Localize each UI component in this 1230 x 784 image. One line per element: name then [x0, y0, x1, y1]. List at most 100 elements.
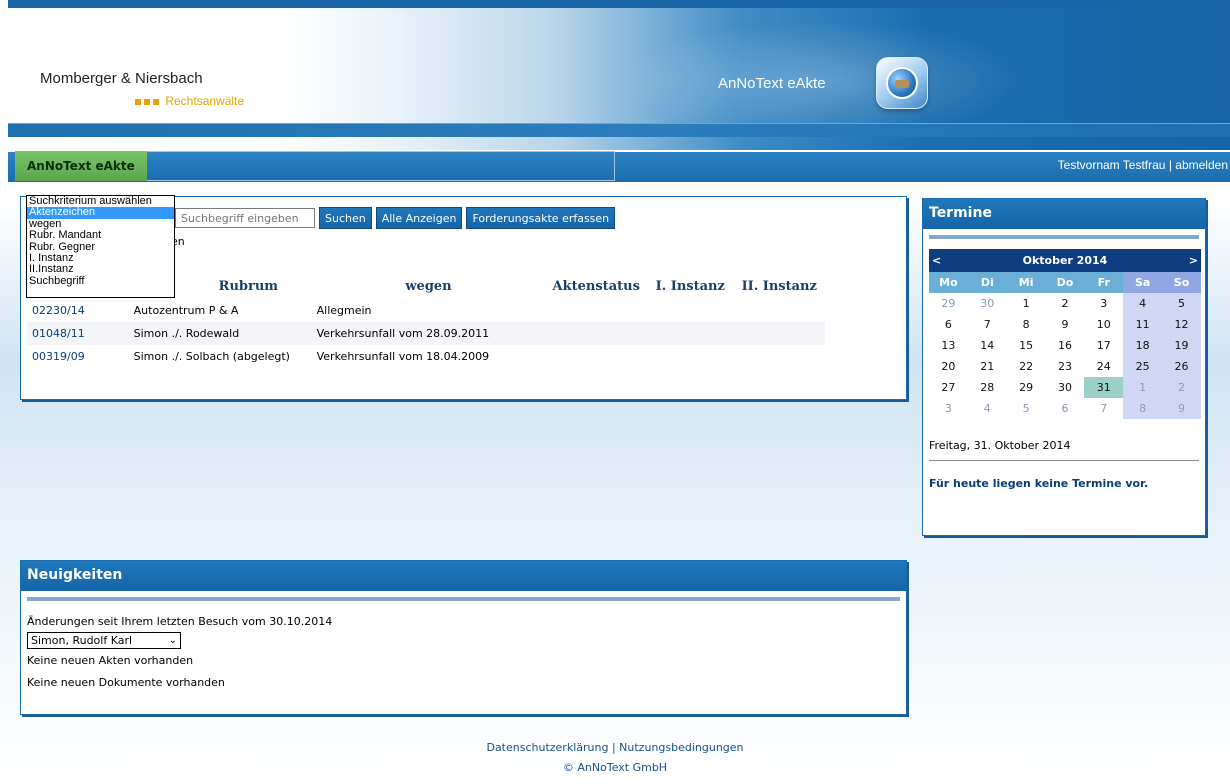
calendar-day[interactable]: 26 [1162, 356, 1201, 377]
calendar-day[interactable]: 14 [968, 335, 1007, 356]
calendar-day[interactable]: 13 [929, 335, 968, 356]
calendar-day[interactable]: 7 [968, 314, 1007, 335]
footer-separator: | [611, 741, 616, 754]
table-header-wegen: wegen [405, 278, 452, 294]
search-button[interactable]: Suchen [319, 207, 372, 229]
file-rubrum: Autozentrum P & A [128, 299, 312, 322]
calendar-day[interactable]: 28 [968, 377, 1007, 398]
calendar-day[interactable]: 18 [1123, 335, 1163, 356]
calendar-day[interactable]: 21 [968, 356, 1007, 377]
orange-square-icon [144, 98, 150, 105]
calendar-day-names: Mo Di Mi Do Fr Sa So [929, 272, 1201, 293]
calendar-week: 3 4 5 6 7 8 9 [929, 398, 1201, 419]
file-instanz1 [647, 322, 734, 345]
table-row[interactable]: 02230/14 Autozentrum P & A Allegmein [27, 299, 825, 322]
calendar-header: < Oktober 2014 > [929, 249, 1201, 272]
file-number[interactable]: 00319/09 [27, 345, 129, 368]
logout-link[interactable]: abmelden [1175, 158, 1228, 172]
calendar-day[interactable]: 29 [929, 293, 968, 314]
calendar-day[interactable]: 12 [1162, 314, 1201, 335]
table-row[interactable]: 00319/09 Simon ./. Solbach (abgelegt) Ve… [27, 345, 825, 368]
search-criterion-dropdown[interactable]: Suchkriterium auswählen Aktenzeichen weg… [26, 195, 175, 298]
calendar-day[interactable]: 16 [1046, 335, 1085, 356]
calendar-day[interactable]: 2 [1046, 293, 1085, 314]
search-input[interactable] [175, 208, 315, 228]
calendar-day[interactable]: 5 [1162, 293, 1201, 314]
file-number[interactable]: 02230/14 [27, 299, 129, 322]
user-name: Testvornam Testfrau [1057, 158, 1166, 172]
calendar-day[interactable]: 4 [968, 398, 1007, 419]
copyright: © AnNoText GmbH [562, 761, 668, 774]
calendar-day[interactable]: 5 [1007, 398, 1046, 419]
day-name: Mi [1006, 272, 1046, 293]
calendar-day[interactable]: 10 [1084, 314, 1123, 335]
day-name: Fr [1084, 272, 1124, 293]
footer: Datenschutzerklärung | Nutzungsbedingung… [0, 738, 1230, 778]
news-title: Neuigkeiten [21, 561, 906, 591]
calendar-day[interactable]: 4 [1123, 293, 1163, 314]
file-number[interactable]: 01048/11 [27, 322, 129, 345]
dropdown-option[interactable]: Rubr. Mandant [27, 229, 174, 241]
calendar-day[interactable]: 22 [1007, 356, 1046, 377]
create-claim-file-button[interactable]: Forderungsakte erfassen [466, 207, 616, 229]
privacy-link[interactable]: Datenschutzerklärung [486, 741, 608, 754]
calendar-day[interactable]: 11 [1123, 314, 1163, 335]
calendar-day[interactable]: 3 [929, 398, 968, 419]
calendar-prev-button[interactable]: < [929, 249, 968, 272]
calendar-day[interactable]: 1 [1123, 377, 1163, 398]
calendar-day[interactable]: 6 [929, 314, 968, 335]
day-name: Mo [929, 272, 968, 293]
calendar-day[interactable]: 1 [1007, 293, 1046, 314]
no-new-docs-text: Keine neuen Dokumente vorhanden [27, 676, 225, 689]
app-title: AnNoText eAkte [718, 75, 826, 92]
user-area: Testvornam Testfrau | abmelden [1058, 158, 1228, 172]
calendar-day[interactable]: 24 [1084, 356, 1123, 377]
calendar: < Oktober 2014 > Mo Di Mi Do Fr Sa So 29… [929, 249, 1201, 419]
calendar-day[interactable]: 29 [1007, 377, 1046, 398]
calendar-day[interactable]: 9 [1046, 314, 1085, 335]
client-select[interactable]: Simon, Rudolf Karl ⌄ [27, 632, 181, 649]
calendar-week: 13 14 15 16 17 18 19 [929, 335, 1201, 356]
divider [27, 597, 900, 601]
table-row[interactable]: 01048/11 Simon ./. Rodewald Verkehrsunfa… [27, 322, 825, 345]
calendar-day[interactable]: 19 [1162, 335, 1201, 356]
calendar-day[interactable]: 20 [929, 356, 968, 377]
app-logo-icon [876, 57, 928, 109]
calendar-day[interactable]: 6 [1046, 398, 1085, 419]
dropdown-option[interactable]: Suchbegriff [27, 275, 174, 287]
terms-link[interactable]: Nutzungsbedingungen [619, 741, 743, 754]
calendar-day[interactable]: 30 [1046, 377, 1085, 398]
show-all-button[interactable]: Alle Anzeigen [375, 207, 463, 229]
no-new-files-text: Keine neuen Akten vorhanden [27, 654, 194, 667]
user-separator: | [1168, 158, 1172, 172]
calendar-day[interactable]: 17 [1084, 335, 1123, 356]
calendar-day[interactable]: 9 [1162, 398, 1201, 419]
calendar-day-today[interactable]: 31 [1084, 377, 1124, 398]
calendar-day[interactable]: 25 [1123, 356, 1163, 377]
file-status [545, 299, 648, 322]
calendar-day[interactable]: 23 [1046, 356, 1085, 377]
calendar-week: 27 28 29 30 31 1 2 [929, 377, 1201, 398]
calendar-day[interactable]: 2 [1162, 377, 1201, 398]
calendar-month: Oktober 2014 [1022, 254, 1108, 267]
appointments-panel: Termine < Oktober 2014 > Mo Di Mi Do Fr … [922, 198, 1206, 536]
calendar-next-button[interactable]: > [1162, 249, 1201, 272]
calendar-day[interactable]: 27 [929, 377, 968, 398]
file-instanz1 [647, 345, 734, 368]
file-rubrum: Simon ./. Rodewald [128, 322, 312, 345]
tab-annotext-eakte[interactable]: AnNoText eAkte [15, 151, 147, 181]
client-select-value: Simon, Rudolf Karl [31, 634, 133, 647]
calendar-day[interactable]: 30 [968, 293, 1007, 314]
calendar-day[interactable]: 15 [1007, 335, 1046, 356]
file-wegen: Verkehrsunfall vom 18.04.2009 [311, 345, 546, 368]
file-status [545, 322, 648, 345]
divider [929, 460, 1199, 461]
calendar-day[interactable]: 8 [1123, 398, 1163, 419]
calendar-day[interactable]: 3 [1084, 293, 1123, 314]
calendar-day[interactable]: 8 [1007, 314, 1046, 335]
calendar-day[interactable]: 7 [1084, 398, 1123, 419]
footer-links: Datenschutzerklärung | Nutzungsbedingung… [0, 738, 1230, 758]
calendar-week: 29 30 1 2 3 4 5 [929, 293, 1201, 314]
file-instanz2 [733, 345, 825, 368]
changes-since-text: Änderungen seit Ihrem letzten Besuch vom… [27, 615, 333, 628]
